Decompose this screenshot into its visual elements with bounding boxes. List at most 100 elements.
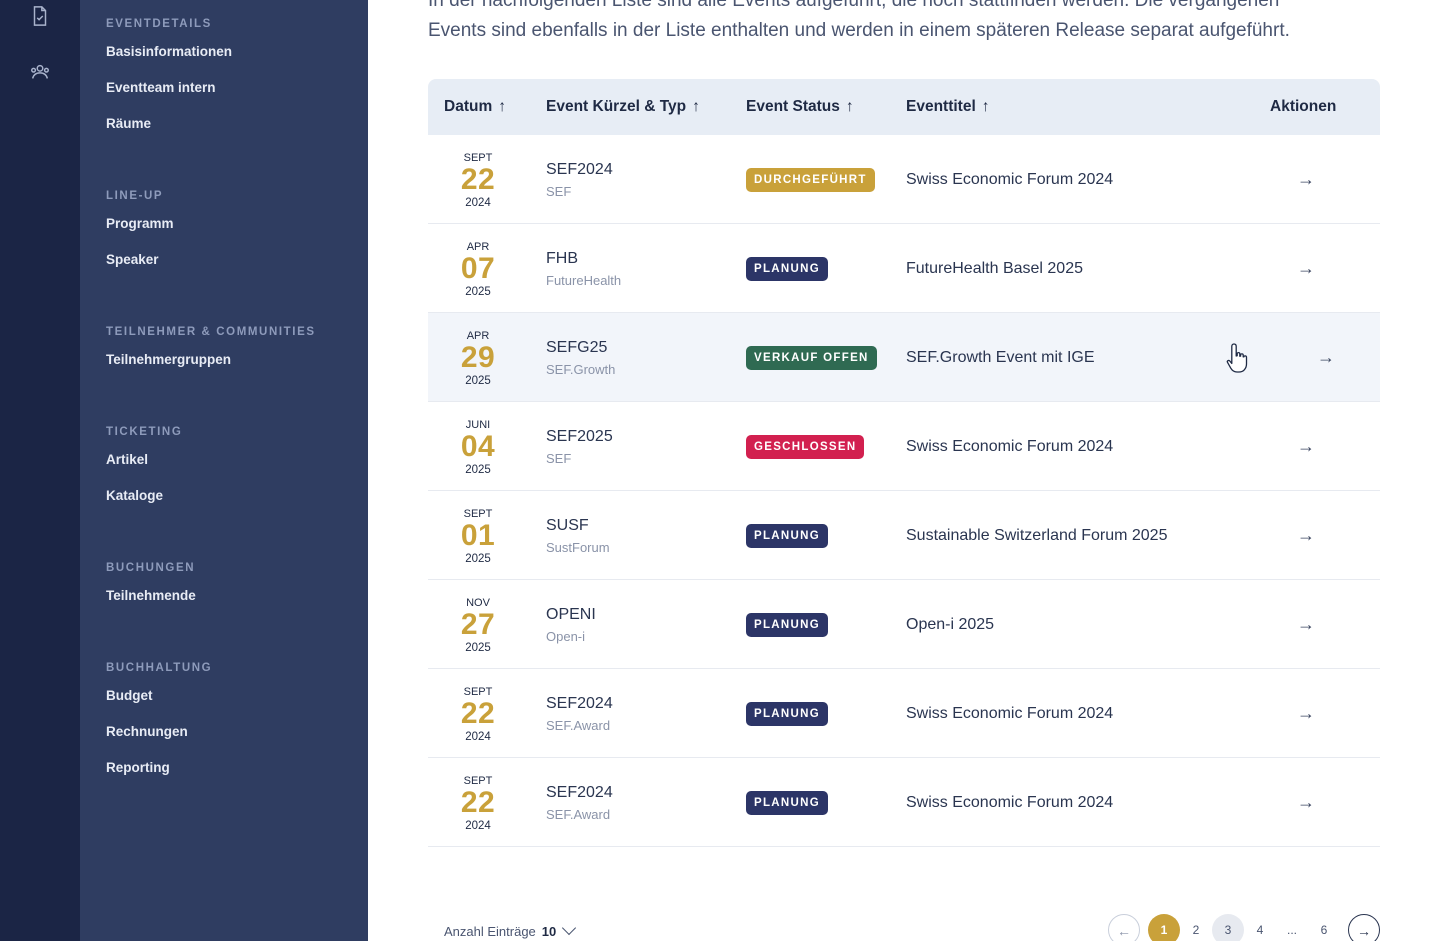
page-3[interactable]: 3: [1212, 914, 1244, 941]
event-typ: SustForum: [546, 540, 610, 555]
sidebar-item-eventteam[interactable]: Eventteam intern: [106, 70, 232, 106]
hand-cursor-icon: [1226, 343, 1248, 373]
header-datum[interactable]: Datum ↑: [444, 79, 506, 135]
table-row[interactable]: SEPT 22 2024 SEF2024 SEF.Award PLANUNG Swiss E…: [428, 669, 1380, 758]
icon-rail: [0, 0, 80, 941]
table-row[interactable]: SEPT 22 2024 SEF2024 SEF.Award PLANUNG Swiss E…: [428, 758, 1380, 847]
page-6[interactable]: 6: [1308, 914, 1340, 941]
status-badge: GESCHLOSSEN: [746, 435, 865, 459]
event-typ: SEF.Award: [546, 807, 611, 822]
event-date: SEPT 22 2024: [444, 669, 512, 744]
section-title: Line-Up: [106, 190, 164, 202]
header-status[interactable]: Event Status ↑: [746, 79, 854, 135]
prev-page-button[interactable]: ←: [1108, 914, 1140, 941]
sidebar-item-basisinformationen[interactable]: Basisinformationen: [106, 34, 232, 70]
status-badge: PLANUNG: [746, 257, 828, 281]
date-day: 07: [460, 252, 496, 285]
sidebar-item-rechnungen[interactable]: Rechnungen: [106, 714, 212, 750]
status-badge: PLANUNG: [746, 613, 828, 637]
next-page-button[interactable]: →: [1348, 914, 1380, 941]
table-body: SEPT 22 2024 SEF2024 SEF DURCHGEFÜHRT Swiss Ec…: [428, 135, 1380, 847]
table-row[interactable]: JUNI 04 2025 SEF2025 SEF GESCHLOSSEN Swiss Eco…: [428, 402, 1380, 491]
sidebar-section-buchhaltung: Buchhaltung Budget Rechnungen Reporting: [106, 660, 212, 786]
sidebar-item-reporting[interactable]: Reporting: [106, 750, 212, 786]
page-2[interactable]: 2: [1180, 914, 1212, 941]
event-typ: FutureHealth: [546, 273, 622, 288]
status-badge: PLANUNG: [746, 791, 828, 815]
page-ellipsis: ...: [1286, 923, 1297, 937]
table-header: Datum ↑ Event Kürzel & Typ ↑ Event Status ↑…: [428, 79, 1380, 135]
sidebar-item-budget[interactable]: Budget: [106, 678, 212, 714]
header-titel[interactable]: Eventtitel ↑: [906, 79, 990, 135]
date-day: 22: [460, 163, 496, 196]
event-typ: SEF: [546, 184, 572, 199]
date-year: 2024: [465, 731, 491, 743]
sidebar-item-kataloge[interactable]: Kataloge: [106, 478, 182, 514]
open-event-arrow-icon[interactable]: →: [1294, 135, 1318, 224]
open-event-arrow-icon[interactable]: →: [1314, 313, 1338, 402]
sort-arrow-icon: ↑: [981, 98, 990, 115]
document-icon[interactable]: [28, 4, 52, 28]
date-year: 2025: [465, 642, 491, 654]
sidebar-section-ticketing: Ticketing Artikel Kataloge: [106, 424, 182, 514]
team-icon[interactable]: [28, 60, 52, 84]
table-row[interactable]: NOV 27 2025 OPENI Open-i PLANUNG Open-i 2025 →: [428, 580, 1380, 669]
table-row[interactable]: APR 07 2025 FHB FutureHealth PLANUNG FutureHea…: [428, 224, 1380, 313]
entries-count-value: 10: [541, 924, 557, 939]
sidebar-item-speaker[interactable]: Speaker: [106, 242, 174, 278]
page-1[interactable]: 1: [1148, 914, 1180, 941]
date-year: 2024: [465, 820, 491, 832]
open-event-arrow-icon[interactable]: →: [1294, 224, 1318, 313]
status-badge: DURCHGEFÜHRT: [746, 168, 875, 192]
status-badge: PLANUNG: [746, 702, 828, 726]
section-title: Buchungen: [106, 562, 196, 574]
event-code: SEFG25 SEF.Growth: [546, 338, 615, 380]
event-kuerzel: OPENI: [546, 606, 596, 623]
open-event-arrow-icon[interactable]: →: [1294, 402, 1318, 491]
event-code: SEF2024 SEF.Award: [546, 694, 613, 736]
date-day: 04: [460, 430, 496, 463]
intro-line: In der nachfolgenden Liste sind alle Eve…: [428, 0, 1280, 11]
sidebar-item-artikel[interactable]: Artikel: [106, 442, 182, 478]
date-year: 2025: [465, 464, 491, 476]
header-kuerzel[interactable]: Event Kürzel & Typ ↑: [546, 79, 700, 135]
event-code: SUSF SustForum: [546, 516, 610, 558]
table-row[interactable]: APR 29 2025 SEFG25 SEF.Growth VERKAUF OFFEN SE…: [428, 313, 1380, 402]
event-code: FHB FutureHealth: [546, 249, 621, 291]
entries-count[interactable]: Anzahl Einträge 10: [444, 920, 577, 939]
date-day: 27: [460, 608, 496, 641]
table-row[interactable]: SEPT 22 2024 SEF2024 SEF DURCHGEFÜHRT Swiss Ec…: [428, 135, 1380, 224]
event-title: Swiss Economic Forum 2024: [906, 438, 1114, 455]
section-title: Buchhaltung: [106, 662, 213, 674]
sidebar-item-teilnehmergruppen[interactable]: Teilnehmergruppen: [106, 342, 316, 378]
event-kuerzel: SEF2024: [546, 784, 613, 801]
sidebar-item-raeume[interactable]: Räume: [106, 106, 232, 142]
event-title: Swiss Economic Forum 2024: [906, 794, 1114, 811]
sort-arrow-icon: ↑: [692, 98, 700, 115]
sidebar-section-lineup: Line-Up Programm Speaker: [106, 188, 174, 278]
event-code: SEF2024 SEF.Award: [546, 783, 613, 825]
event-date: NOV 27 2025: [444, 580, 512, 655]
open-event-arrow-icon[interactable]: →: [1294, 669, 1318, 758]
intro-line: Events sind ebenfalls in der Liste entha…: [428, 20, 1290, 41]
sidebar-item-programm[interactable]: Programm: [106, 206, 174, 242]
event-kuerzel: SUSF: [546, 517, 589, 534]
table-row[interactable]: SEPT 01 2025 SUSF SustForum PLANUNG Sustainabl…: [428, 491, 1380, 580]
event-date: APR 07 2025: [444, 224, 512, 299]
event-date: JUNI 04 2025: [444, 402, 512, 477]
open-event-arrow-icon[interactable]: →: [1294, 758, 1318, 847]
status-badge: VERKAUF OFFEN: [746, 346, 877, 370]
event-date: SEPT 01 2025: [444, 491, 512, 566]
sidebar-item-teilnehmende[interactable]: Teilnehmende: [106, 578, 196, 614]
page-4[interactable]: 4: [1244, 914, 1276, 941]
sidebar-section-teilnehmer: Teilnehmer & Communities Teilnehmergrupp…: [106, 324, 316, 378]
event-kuerzel: SEFG25: [546, 339, 608, 356]
event-code: OPENI Open-i: [546, 605, 596, 647]
event-title: Swiss Economic Forum 2024: [906, 705, 1114, 722]
event-kuerzel: FHB: [546, 250, 578, 267]
date-year: 2025: [465, 286, 491, 298]
open-event-arrow-icon[interactable]: →: [1294, 491, 1318, 580]
event-date: SEPT 22 2024: [444, 135, 512, 210]
date-year: 2024: [465, 197, 491, 209]
open-event-arrow-icon[interactable]: →: [1294, 580, 1318, 669]
